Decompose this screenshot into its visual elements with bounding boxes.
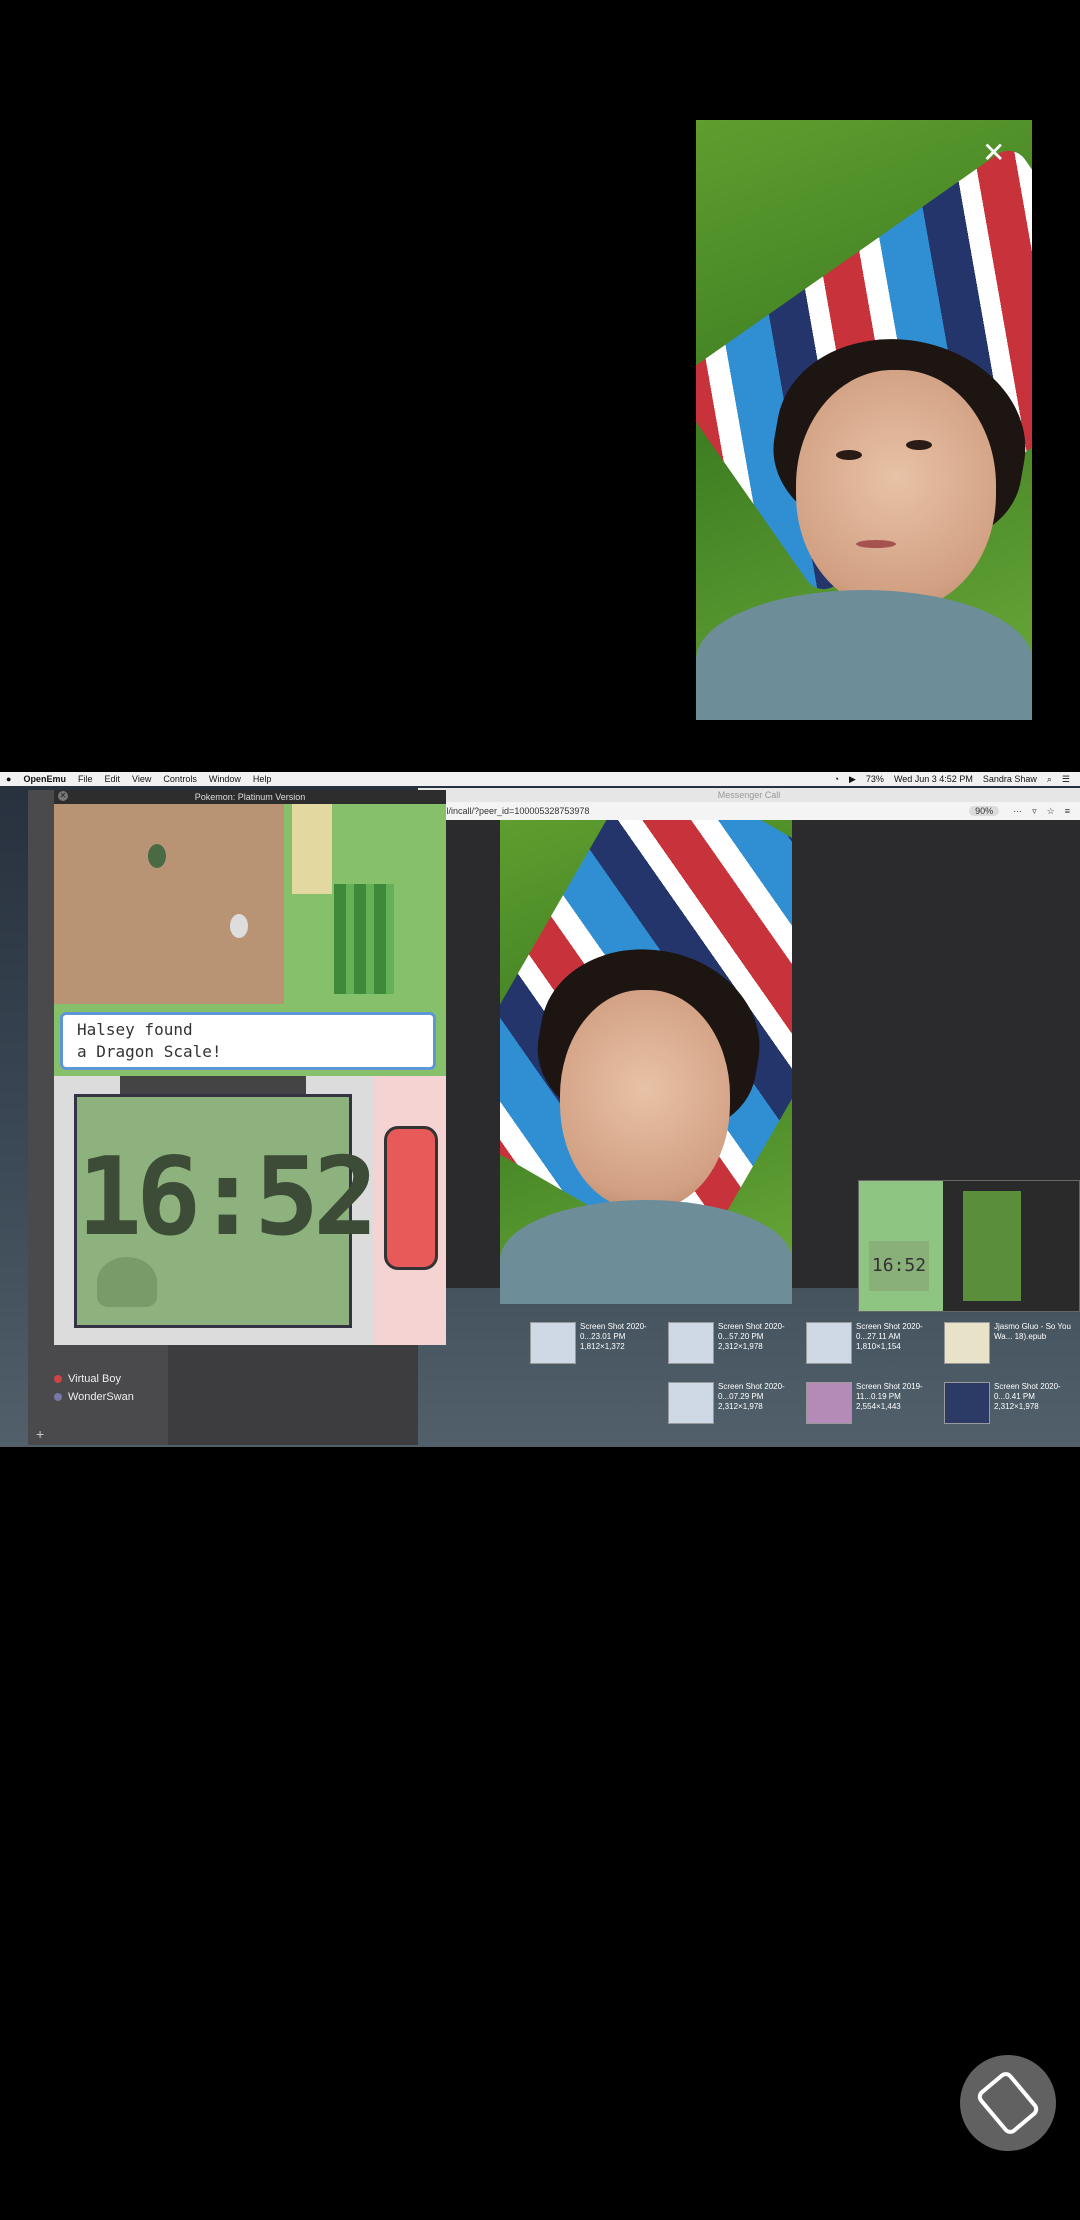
- rotate-screen-icon: [974, 2068, 1042, 2138]
- file-item[interactable]: Screen Shot 2020-0...57.20 PM 2,312×1,978: [668, 1318, 804, 1370]
- tall-grass: [334, 884, 394, 994]
- screenshot-file-icon: [806, 1382, 852, 1424]
- epub-file-icon: [944, 1322, 990, 1364]
- file-meta: 2,312×1,978: [994, 1402, 1039, 1411]
- remote-face: [560, 990, 730, 1210]
- file-name: Screen Shot 2019-11...0.19 PM: [856, 1382, 923, 1401]
- rotate-screen-button[interactable]: [960, 2055, 1056, 2151]
- game-window-title: Pokemon: Platinum Version: [194, 792, 306, 802]
- pikachu-icon: [97, 1257, 157, 1307]
- notification-center-icon[interactable]: ☰: [1062, 774, 1070, 785]
- file-name: Screen Shot 2020-0...23.01 PM: [580, 1322, 647, 1341]
- poketch-top-strip: [120, 1076, 306, 1096]
- close-icon[interactable]: ✕: [58, 791, 68, 801]
- screenshot-file-icon: [806, 1322, 852, 1364]
- system-list: Virtual Boy WonderSwan: [54, 1370, 134, 1406]
- shared-screen: ● OpenEmu File Edit View Controls Window…: [0, 772, 1080, 1447]
- file-meta: 1,810×1,154: [856, 1342, 901, 1351]
- zoom-badge[interactable]: 90%: [969, 806, 1000, 816]
- menu-app-name[interactable]: OpenEmu: [23, 774, 66, 784]
- address-bar: ideocall/incall/?peer_id=100005328753978…: [418, 802, 1080, 820]
- menu-icon[interactable]: ≡: [1065, 806, 1070, 816]
- battery-percent[interactable]: 73%: [866, 774, 884, 784]
- camera-off-icon[interactable]: ✕: [982, 136, 1022, 176]
- game-dialog-box: Halsey found a Dragon Scale!: [60, 1012, 436, 1070]
- bookmark-star-icon[interactable]: ☆: [1047, 806, 1055, 817]
- screenshot-file-icon: [668, 1322, 714, 1364]
- file-name: Screen Shot 2020-0...07.29 PM: [718, 1382, 785, 1401]
- file-name: Screen Shot 2020-0...0.41 PM: [994, 1382, 1061, 1401]
- poketch-clock: 16:52: [77, 1135, 378, 1260]
- menu-window[interactable]: Window: [209, 774, 241, 784]
- recursive-screen-thumbnail: 16:52: [858, 1180, 1080, 1312]
- file-item[interactable]: Jjasmo Gluo - So You Wa... 18).epub: [944, 1318, 1080, 1370]
- person-face: [796, 370, 996, 610]
- file-meta: 2,554×1,443: [856, 1402, 901, 1411]
- game-window-titlebar: ✕ Pokemon: Platinum Version: [54, 790, 446, 804]
- person-eye-right: [906, 440, 932, 450]
- file-name: Screen Shot 2020-0...27.11 AM: [856, 1322, 923, 1341]
- system-virtual-boy[interactable]: Virtual Boy: [54, 1370, 134, 1388]
- url-field[interactable]: ideocall/incall/?peer_id=100005328753978: [418, 806, 969, 816]
- volume-icon[interactable]: ▶: [849, 774, 856, 785]
- rocky-ledge: [54, 804, 284, 1004]
- file-item[interactable]: Screen Shot 2020-0...07.29 PM 2,312×1,978: [668, 1378, 804, 1430]
- spotlight-icon[interactable]: ⌕: [1047, 774, 1052, 785]
- game-window: ✕ Pokemon: Platinum Version Halsey found…: [54, 790, 446, 1345]
- menu-help[interactable]: Help: [253, 774, 272, 784]
- file-name: Jjasmo Gluo - So You Wa... 18).epub: [994, 1322, 1071, 1341]
- file-item[interactable]: Screen Shot 2020-0...0.41 PM 2,312×1,978: [944, 1378, 1080, 1430]
- menu-file[interactable]: File: [78, 774, 93, 784]
- dirt-path: [292, 804, 332, 894]
- file-name: Screen Shot 2020-0...57.20 PM: [718, 1322, 785, 1341]
- system-wonderswan[interactable]: WonderSwan: [54, 1388, 134, 1406]
- system-label: WonderSwan: [68, 1391, 134, 1403]
- browser-title: Messenger Call: [418, 788, 1080, 802]
- file-meta: 1,812×1,372: [580, 1342, 625, 1351]
- thumb-video: [963, 1191, 1021, 1301]
- more-icon[interactable]: ⋯: [1013, 806, 1022, 817]
- file-meta: 2,312×1,978: [718, 1342, 763, 1351]
- wifi-icon[interactable]: ◔: [834, 774, 839, 784]
- person-eye-left: [836, 450, 862, 460]
- mac-menubar: ● OpenEmu File Edit View Controls Window…: [0, 772, 1080, 786]
- menu-view[interactable]: View: [132, 774, 151, 784]
- self-view-video[interactable]: ✕: [696, 120, 1032, 720]
- screenshot-file-icon: [530, 1322, 576, 1364]
- person-shirt: [696, 590, 1032, 720]
- poketch-lcd: 16:52: [74, 1094, 378, 1328]
- file-item[interactable]: Screen Shot 2020-0...27.11 AM 1,810×1,154: [806, 1318, 942, 1370]
- file-meta: 2,312×1,978: [718, 1402, 763, 1411]
- pocket-icon[interactable]: ▿: [1032, 806, 1037, 817]
- dialog-line-1: Halsey found: [77, 1020, 193, 1039]
- ds-bottom-screen[interactable]: 16:52: [54, 1076, 446, 1345]
- thumb-lcd-time: 16:52: [869, 1241, 929, 1291]
- desktop-files: Screen Shot 2020-0...23.01 PM 1,812×1,372…: [520, 1318, 1080, 1438]
- file-item[interactable]: Screen Shot 2020-0...23.01 PM 1,812×1,372: [530, 1318, 666, 1370]
- person-mouth: [856, 540, 896, 548]
- openemu-library-window: Virtual Boy WonderSwan + ✕ Pokemon: Plat…: [28, 790, 446, 1445]
- screenshot-file-icon: [668, 1382, 714, 1424]
- screenshot-file-icon: [944, 1382, 990, 1424]
- add-system-button[interactable]: +: [36, 1426, 44, 1442]
- menubar-datetime[interactable]: Wed Jun 3 4:52 PM: [894, 774, 973, 784]
- dialog-line-2: a Dragon Scale!: [77, 1042, 222, 1061]
- file-item[interactable]: Screen Shot 2019-11...0.19 PM 2,554×1,443: [806, 1378, 942, 1430]
- menu-edit[interactable]: Edit: [104, 774, 120, 784]
- ds-top-screen[interactable]: Halsey found a Dragon Scale!: [54, 804, 446, 1076]
- system-label: Virtual Boy: [68, 1373, 121, 1385]
- apple-icon[interactable]: ●: [6, 774, 11, 784]
- menubar-user[interactable]: Sandra Shaw: [983, 774, 1037, 784]
- npc-sprite: [148, 844, 166, 868]
- remote-video: [500, 820, 792, 1304]
- player-sprite: [230, 914, 248, 938]
- poketch-app-button[interactable]: [384, 1126, 438, 1270]
- wonderswan-icon: [54, 1393, 62, 1401]
- menu-controls[interactable]: Controls: [163, 774, 197, 784]
- virtual-boy-icon: [54, 1375, 62, 1383]
